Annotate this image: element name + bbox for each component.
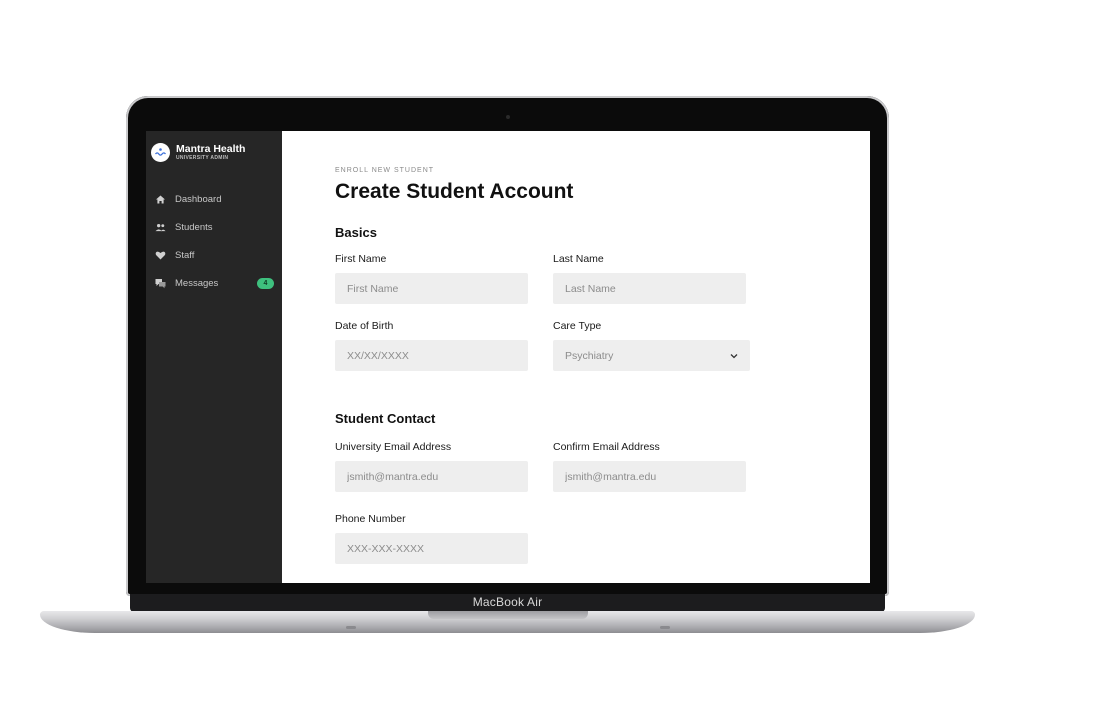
page-eyebrow: ENROLL NEW STUDENT [335,167,435,174]
sidebar-item-students[interactable]: Students [146,213,282,241]
phone-label: Phone Number [335,513,406,525]
brand-subtitle: UNIVERSITY ADMIN [176,154,229,161]
people-icon [155,222,166,233]
dob-input[interactable] [335,340,528,371]
sidebar-item-label: Staff [175,249,195,261]
sidebar-item-messages[interactable]: Messages 4 [146,269,282,297]
email-label: University Email Address [335,441,452,453]
section-contact-heading: Student Contact [335,411,436,426]
dob-label: Date of Birth [335,320,394,332]
email-input[interactable] [335,461,528,492]
laptop-notch [428,611,588,619]
brand-name: Mantra Health [176,142,246,155]
sidebar-item-label: Messages [175,277,219,289]
last-name-input[interactable] [553,273,746,304]
section-basics-heading: Basics [335,225,377,240]
sidebar-item-label: Dashboard [175,193,222,205]
camera [506,115,510,119]
chat-icon [155,278,166,289]
page-title: Create Student Account [335,180,574,203]
laptop-foot [346,626,356,629]
sidebar: Mantra Health UNIVERSITY ADMIN Dashboard… [146,131,282,583]
device-label: MacBook Air [472,595,543,609]
last-name-label: Last Name [553,253,604,265]
sidebar-item-staff[interactable]: Staff [146,241,282,269]
mantra-logo-icon [151,143,170,162]
main-content: ENROLL NEW STUDENT Create Student Accoun… [282,131,870,583]
phone-input[interactable] [335,533,528,564]
confirm-email-input[interactable] [553,461,746,492]
home-icon [155,194,166,205]
care-type-value: Psychiatry [565,349,614,362]
laptop-chin: MacBook Air [130,594,885,612]
laptop-foot [660,626,670,629]
brand[interactable]: Mantra Health UNIVERSITY ADMIN [151,143,245,162]
care-type-select[interactable]: Psychiatry [553,340,750,371]
sidebar-item-label: Students [175,221,213,233]
confirm-email-label: Confirm Email Address [553,441,660,453]
messages-count-badge: 4 [257,278,274,289]
first-name-label: First Name [335,253,387,265]
sidebar-nav: Dashboard Students Staff Messages 4 [146,185,282,297]
sidebar-item-dashboard[interactable]: Dashboard [146,185,282,213]
first-name-input[interactable] [335,273,528,304]
chevron-down-icon [730,350,738,362]
app-screen: Mantra Health UNIVERSITY ADMIN Dashboard… [146,131,870,583]
care-type-label: Care Type [553,320,602,332]
heart-icon [155,250,166,261]
